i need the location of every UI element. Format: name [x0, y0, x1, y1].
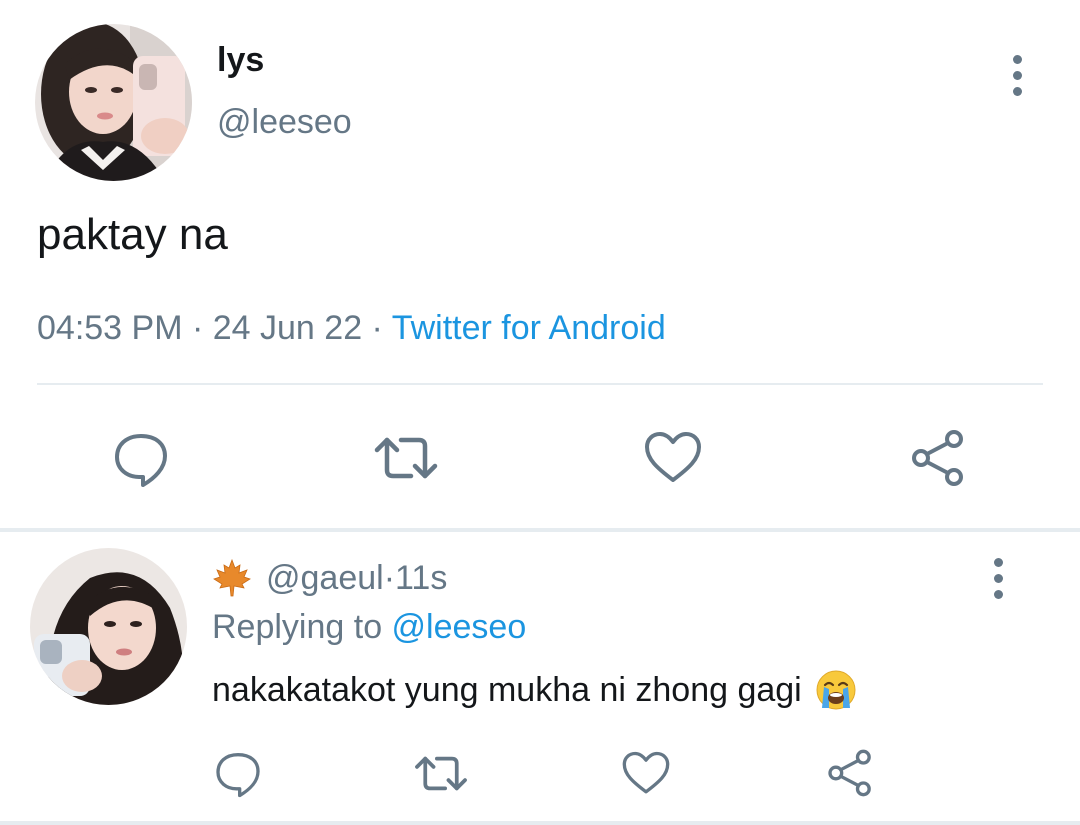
reply-like-button[interactable]: [618, 745, 674, 801]
meta-separator: ·: [182, 309, 213, 347]
main-tweet: lys @leeseo paktay na 04:53 PM · 24 Jun …: [0, 0, 1080, 530]
meta-separator: ·: [362, 309, 392, 347]
tweet-date: 24 Jun 22: [212, 309, 363, 347]
retweet-button[interactable]: [370, 425, 442, 491]
like-icon: [622, 751, 670, 793]
display-name[interactable]: lys: [217, 38, 264, 82]
section-divider: [0, 528, 1080, 532]
tweet-time: 04:53 PM: [37, 309, 183, 347]
share-button[interactable]: [905, 425, 971, 491]
tweet-source-link[interactable]: Twitter for Android: [392, 309, 666, 347]
handle[interactable]: @leeseo: [217, 100, 352, 144]
tweet-text: paktay na: [37, 210, 228, 259]
more-options-icon: [1012, 54, 1022, 64]
retweet-icon: [415, 756, 467, 790]
retweet-icon: [374, 437, 438, 479]
meta-separator: ·: [383, 559, 396, 597]
loudly-crying-face-icon: [816, 670, 856, 710]
replying-prefix: Replying to: [212, 608, 392, 646]
share-icon: [828, 749, 871, 797]
reply-handle[interactable]: @gaeul: [266, 556, 384, 600]
replying-to: Replying to @leeseo: [212, 605, 526, 649]
divider: [37, 383, 1043, 385]
share-icon: [912, 430, 963, 486]
profile-photo: [35, 24, 192, 181]
reply-icon: [115, 434, 167, 487]
more-options-button[interactable]: [997, 45, 1037, 105]
like-icon: [645, 432, 701, 482]
profile-photo: [30, 548, 187, 705]
reply-text: nakakatakot yung mukha ni zhong gagi: [212, 668, 858, 712]
reply-age: 11s: [395, 559, 448, 597]
reply-header: @gaeul · 11s: [212, 556, 447, 600]
tweet-meta: 04:53 PM · 24 Jun 22 · Twitter for Andro…: [37, 306, 666, 350]
reply-share-button[interactable]: [822, 745, 878, 801]
reply-text-body: nakakatakot yung mukha ni zhong gagi: [212, 671, 802, 709]
maple-leaf-icon: [213, 558, 251, 597]
reply-button[interactable]: [108, 425, 174, 491]
reply-retweet-button[interactable]: [410, 745, 472, 801]
tweet-detail-page: lys @leeseo paktay na 04:53 PM · 24 Jun …: [0, 0, 1080, 825]
like-button[interactable]: [640, 425, 706, 491]
more-options-icon: [993, 557, 1003, 567]
reply-avatar[interactable]: [30, 548, 187, 705]
bottom-divider: [0, 821, 1080, 825]
replying-to-mention[interactable]: @leeseo: [392, 608, 527, 646]
reply-reply-button[interactable]: [210, 745, 266, 801]
reply-more-options-button[interactable]: [978, 548, 1018, 608]
avatar[interactable]: [35, 24, 192, 181]
reply-icon: [216, 753, 260, 798]
